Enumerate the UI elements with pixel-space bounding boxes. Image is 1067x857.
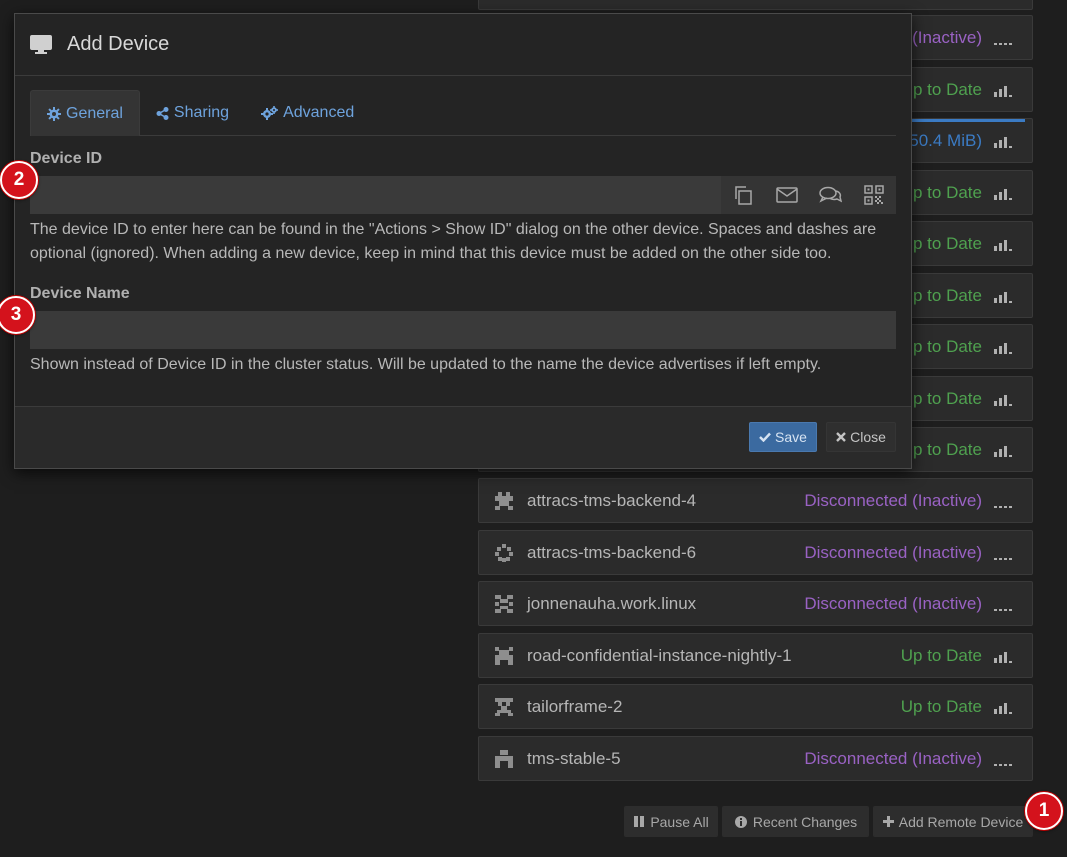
device-status: Disconnected (Inactive) (804, 490, 982, 510)
gear-icon (47, 106, 61, 121)
device-status: Up to Date (900, 645, 982, 665)
email-button[interactable] (765, 176, 809, 214)
signal-icon (994, 597, 1012, 611)
qrcode-icon (864, 185, 884, 205)
device-status: Up to Date (900, 696, 982, 716)
check-icon (759, 432, 771, 442)
tab-advanced[interactable]: Advanced (245, 90, 370, 136)
device-name-label: Device Name (30, 285, 130, 302)
copy-icon (735, 186, 752, 205)
identicon-icon (495, 697, 513, 716)
identicon-icon (495, 543, 513, 562)
dialog-title: Add Device (67, 33, 170, 55)
annotation-marker-2: 2 (0, 161, 38, 199)
close-button[interactable]: Close (826, 422, 896, 452)
identicon-icon (495, 491, 513, 510)
close-label: Close (850, 429, 886, 445)
comments-icon (819, 186, 842, 203)
close-icon (836, 432, 846, 442)
signal-icon (994, 494, 1012, 508)
device-name: jonnenauha.work.linux (527, 593, 697, 613)
tab-general-label: General (66, 104, 123, 122)
signal-icon (994, 83, 1012, 97)
desktop-icon (30, 34, 52, 54)
device-name: tailorframe-2 (527, 696, 623, 716)
device-status: Disconnected (Inactive) (804, 748, 982, 768)
envelope-icon (775, 187, 798, 203)
signal-icon (994, 340, 1012, 354)
add-remote-device-label: Add Remote Device (898, 813, 1024, 830)
cogs-icon (261, 106, 279, 120)
device-id-help: The device ID to enter here can be found… (30, 221, 877, 262)
signal-icon (994, 31, 1012, 45)
device-id-addons (721, 176, 896, 214)
device-name: attracs-tms-backend-6 (527, 542, 697, 562)
device-row[interactable]: jonnenauha.work.linux Disconnected (Inac… (478, 581, 1033, 626)
plus-icon (882, 816, 894, 827)
device-row[interactable]: road-confidential-instance-nightly-1 Up … (478, 633, 1033, 678)
device-name: attracs-tms-backend-4 (527, 490, 697, 510)
device-name: tms-stable-5 (527, 748, 621, 768)
signal-icon (994, 289, 1012, 303)
identicon-icon (495, 646, 513, 665)
tab-general[interactable]: General (30, 90, 140, 136)
device-row[interactable]: attracs-tms-backend-6 Disconnected (Inac… (478, 530, 1033, 575)
signal-icon (994, 700, 1012, 714)
device-status: p to Date (913, 336, 982, 356)
device-row[interactable]: tms-stable-5 Disconnected (Inactive) (478, 736, 1033, 781)
device-name-help: Shown instead of Device ID in the cluste… (30, 356, 822, 373)
device-status: p to Date (913, 233, 982, 253)
signal-icon (994, 186, 1012, 200)
device-status: (Inactive) (912, 27, 982, 47)
identicon-icon (495, 594, 513, 613)
device-row[interactable]: attracs-tms-backend-4 Disconnected (Inac… (478, 478, 1033, 523)
device-status: Disconnected (Inactive) (804, 593, 982, 613)
device-name-input[interactable] (30, 311, 896, 349)
dialog-header: Add Device (15, 14, 911, 76)
device-row[interactable]: tailorframe-2 Up to Date (478, 684, 1033, 729)
device-id-label: Device ID (30, 150, 103, 167)
signal-icon (994, 546, 1012, 560)
signal-icon (994, 443, 1012, 457)
device-status: p to Date (913, 79, 982, 99)
device-status: p to Date (913, 388, 982, 408)
identicon-icon (495, 749, 513, 768)
pause-all-label: Pause All (650, 813, 709, 830)
signal-icon (994, 649, 1012, 663)
tab-advanced-label: Advanced (283, 104, 355, 121)
recent-changes-label: Recent Changes (752, 813, 858, 830)
pause-all-button[interactable]: Pause All (624, 806, 718, 837)
share-icon (156, 106, 169, 120)
device-status: Disconnected (Inactive) (804, 542, 982, 562)
device-row[interactable] (478, 0, 1033, 10)
add-remote-device-button[interactable]: Add Remote Device (873, 806, 1033, 837)
device-name: road-confidential-instance-nightly-1 (527, 645, 792, 665)
copy-button[interactable] (721, 176, 765, 214)
add-device-dialog: Add Device General Sharing Advanced Devi… (14, 13, 912, 469)
info-icon (734, 815, 747, 828)
device-status: p to Date (913, 182, 982, 202)
signal-icon (994, 237, 1012, 251)
share-chat-button[interactable] (809, 176, 853, 214)
signal-icon (994, 752, 1012, 766)
signal-icon (994, 134, 1012, 148)
recent-changes-button[interactable]: Recent Changes (722, 806, 869, 837)
device-status: 50.4 MiB) (909, 130, 982, 150)
qr-code-button[interactable] (852, 176, 896, 214)
save-label: Save (775, 429, 807, 445)
tab-sharing[interactable]: Sharing (140, 90, 245, 136)
tab-sharing-label: Sharing (173, 104, 230, 121)
save-button[interactable]: Save (749, 422, 817, 452)
dialog-tabs: General Sharing Advanced (30, 90, 896, 136)
pause-icon (634, 816, 645, 827)
annotation-marker-1: 1 (1025, 792, 1063, 830)
device-status: p to Date (913, 439, 982, 459)
dialog-footer: Save Close (15, 406, 911, 468)
device-id-input[interactable] (30, 176, 722, 214)
signal-icon (994, 392, 1012, 406)
device-status: p to Date (913, 285, 982, 305)
